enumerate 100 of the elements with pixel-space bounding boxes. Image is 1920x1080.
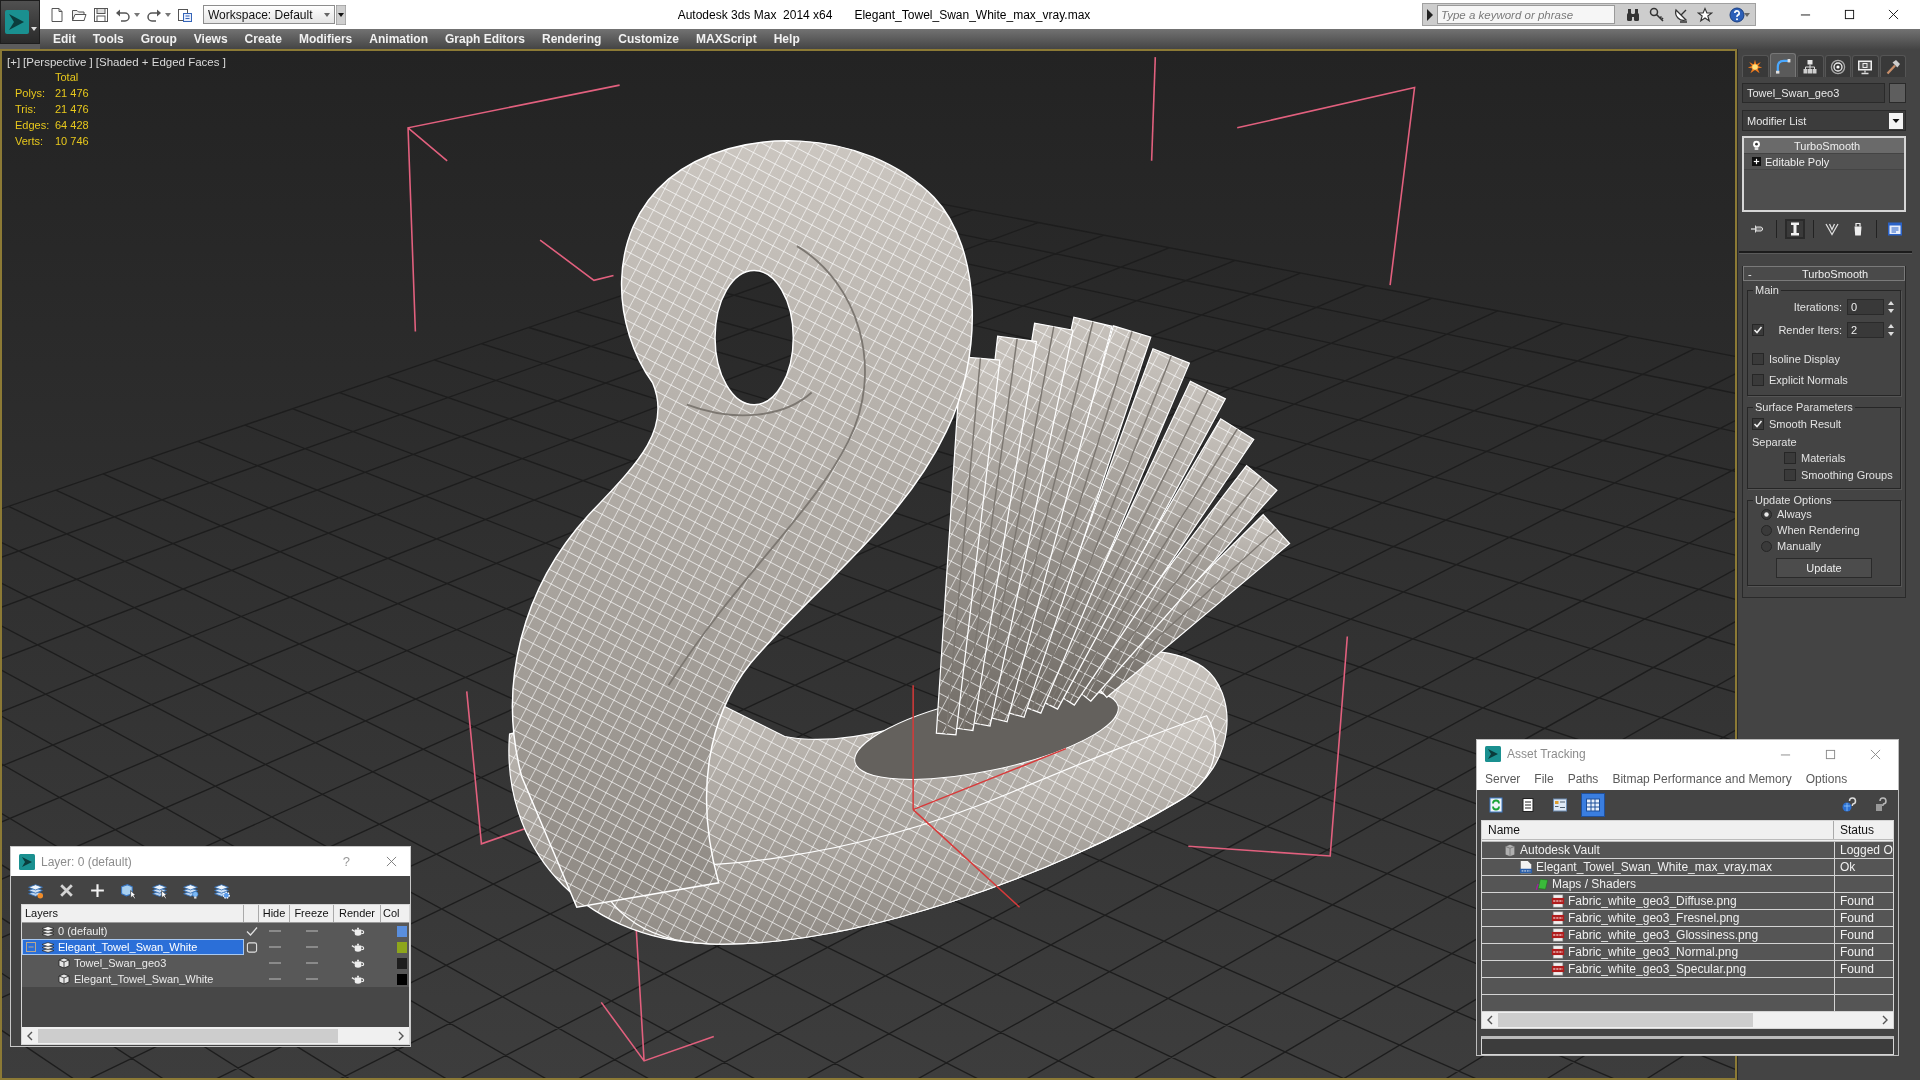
teapot-icon[interactable] <box>350 941 365 953</box>
caret-icon[interactable] <box>1744 12 1750 17</box>
new-file-icon[interactable] <box>49 6 65 23</box>
object-name-field[interactable]: Towel_Swan_geo3 <box>1742 83 1885 103</box>
dropdown-arrow-icon[interactable] <box>336 4 346 25</box>
column-header[interactable]: Hide <box>259 905 290 922</box>
stack-item[interactable]: TurboSmooth <box>1744 138 1904 154</box>
transform-gizmo[interactable] <box>912 684 1067 908</box>
group-title: Update Options <box>1754 494 1833 506</box>
scroll-right-icon[interactable] <box>397 1030 405 1041</box>
viewport-menu-label[interactable]: [+] <box>7 56 21 68</box>
color-swatch[interactable] <box>397 925 407 937</box>
layers-bulb-icon[interactable] <box>182 881 199 899</box>
menu-item[interactable]: Server <box>1478 772 1528 786</box>
utilities-tab[interactable] <box>1879 55 1906 77</box>
workspace-dropdown[interactable]: Workspace: Default <box>203 5 335 24</box>
checkbox[interactable] <box>1752 417 1764 430</box>
project-folder-icon[interactable] <box>177 6 193 23</box>
checkbox[interactable] <box>1752 373 1764 386</box>
object-item[interactable]: Towel_Swan_geo3 <box>22 955 244 971</box>
spinner-field[interactable]: 2 <box>1847 322 1884 338</box>
object-item[interactable]: Elegant_Towel_Swan_White <box>22 971 244 987</box>
teapot-icon[interactable] <box>350 957 365 969</box>
layer-item[interactable]: 0 (default) <box>22 923 244 939</box>
menu-item[interactable]: MAXScript <box>696 31 757 47</box>
color-swatch[interactable] <box>397 941 407 953</box>
teapot-icon[interactable] <box>350 973 365 985</box>
motion-tab[interactable] <box>1824 55 1851 77</box>
star-icon[interactable] <box>1697 6 1713 23</box>
checkbox[interactable] <box>1784 468 1796 481</box>
menu-item[interactable]: Create <box>244 31 282 47</box>
menu-item[interactable]: Tools <box>92 31 124 47</box>
scroll-left-icon[interactable] <box>26 1030 34 1041</box>
color-swatch[interactable] <box>397 973 407 985</box>
caret-icon[interactable] <box>165 12 171 17</box>
help-icon[interactable] <box>1729 6 1745 23</box>
menu-item[interactable]: Options <box>1798 772 1855 786</box>
scroll-left-icon[interactable] <box>1486 1015 1494 1025</box>
teapot-icon[interactable] <box>350 925 365 937</box>
menu-item[interactable]: Modifiers <box>298 31 353 47</box>
satellite-dish-icon[interactable] <box>1673 6 1689 23</box>
layers-sparkle-icon[interactable] <box>27 881 44 899</box>
menu-item[interactable]: Views <box>193 31 228 47</box>
viewport-menu-label[interactable]: [Shaded + Edged Faces ] <box>95 56 226 68</box>
layers-cursor-icon[interactable] <box>151 881 168 899</box>
menu-item[interactable]: File <box>1527 772 1561 786</box>
menu-item[interactable]: Group <box>140 31 177 47</box>
checkmark-icon[interactable] <box>245 925 258 937</box>
table-icon[interactable] <box>1581 793 1605 817</box>
menu-item[interactable]: Paths <box>1560 772 1606 786</box>
menu-item[interactable]: Rendering <box>542 31 602 47</box>
radio-button[interactable] <box>1761 508 1772 520</box>
binoculars-icon[interactable] <box>1625 6 1641 23</box>
scroll-right-icon[interactable] <box>1881 1015 1889 1025</box>
modifier-list-dropdown[interactable]: Modifier List <box>1742 110 1906 131</box>
hierarchy-tab[interactable] <box>1797 55 1824 77</box>
cube-cursor-icon[interactable] <box>120 881 137 899</box>
scroll-thumb[interactable] <box>38 1028 338 1043</box>
column-header[interactable]: Name <box>1482 821 1834 839</box>
application-button[interactable] <box>0 0 40 44</box>
spinner-field[interactable]: 0 <box>1847 299 1884 315</box>
menu-item[interactable]: Edit <box>53 31 76 47</box>
column-header[interactable]: Render <box>334 905 381 922</box>
caret-icon[interactable] <box>134 12 140 17</box>
create-tab[interactable] <box>1742 55 1769 77</box>
search-field[interactable]: Type a keyword or phrase <box>1437 5 1615 24</box>
rollout-header[interactable]: - TurboSmooth <box>1743 266 1905 281</box>
close-icon[interactable] <box>1888 9 1899 20</box>
column-header[interactable]: Status <box>1834 821 1893 839</box>
plus-icon[interactable] <box>89 881 106 899</box>
color-swatch[interactable] <box>397 957 407 969</box>
display-tab[interactable] <box>1852 55 1879 77</box>
layer-item[interactable]: Elegant_Towel_Swan_White <box>22 939 244 955</box>
viewport-menu-label[interactable]: [Perspective ] <box>23 56 93 68</box>
column-header[interactable]: Freeze <box>290 905 334 922</box>
save-icon[interactable] <box>93 6 109 23</box>
maximize-icon[interactable] <box>1844 9 1855 20</box>
menu-item[interactable]: Graph Editors <box>444 31 525 47</box>
expand-icon[interactable] <box>1752 157 1761 166</box>
object-color-button[interactable] <box>1889 83 1906 103</box>
swan-model[interactable] <box>508 140 1291 945</box>
radio-button[interactable] <box>1761 524 1772 536</box>
menu-item[interactable]: Animation <box>369 31 428 47</box>
current-layer-toggle[interactable] <box>245 941 258 953</box>
scroll-thumb[interactable] <box>1498 1013 1753 1027</box>
key-icon[interactable] <box>1649 6 1665 23</box>
modify-tab[interactable] <box>1769 53 1796 77</box>
menu-item[interactable]: Help <box>773 31 800 47</box>
i-beam-icon[interactable] <box>1785 219 1805 239</box>
update-button[interactable]: Update <box>1776 558 1872 578</box>
layers-gear-icon[interactable] <box>213 881 230 899</box>
stack-item[interactable]: Editable Poly <box>1744 154 1904 170</box>
radio-button[interactable] <box>1761 540 1772 552</box>
column-header[interactable]: Layers <box>22 905 244 922</box>
bulb-icon[interactable] <box>1752 140 1761 151</box>
column-header[interactable]: Col <box>381 905 409 922</box>
checkbox[interactable] <box>1752 352 1764 365</box>
checkbox[interactable] <box>1784 451 1796 464</box>
menu-item[interactable]: Customize <box>618 31 679 47</box>
checkbox[interactable] <box>1752 324 1764 336</box>
